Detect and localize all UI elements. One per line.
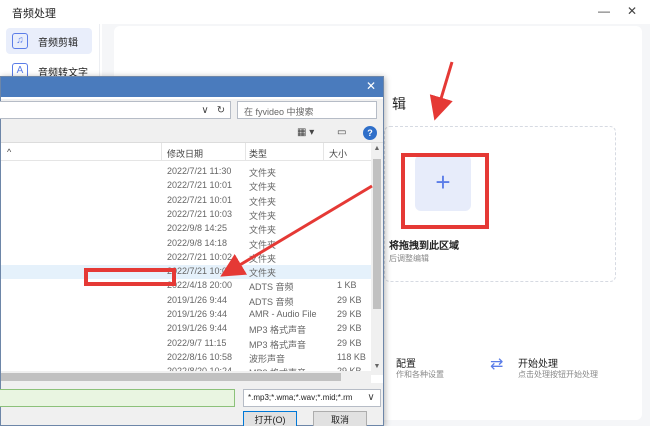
annotation-arrow	[220, 184, 373, 277]
annotation-arrow	[429, 61, 454, 121]
annotation-arrows	[220, 61, 454, 277]
